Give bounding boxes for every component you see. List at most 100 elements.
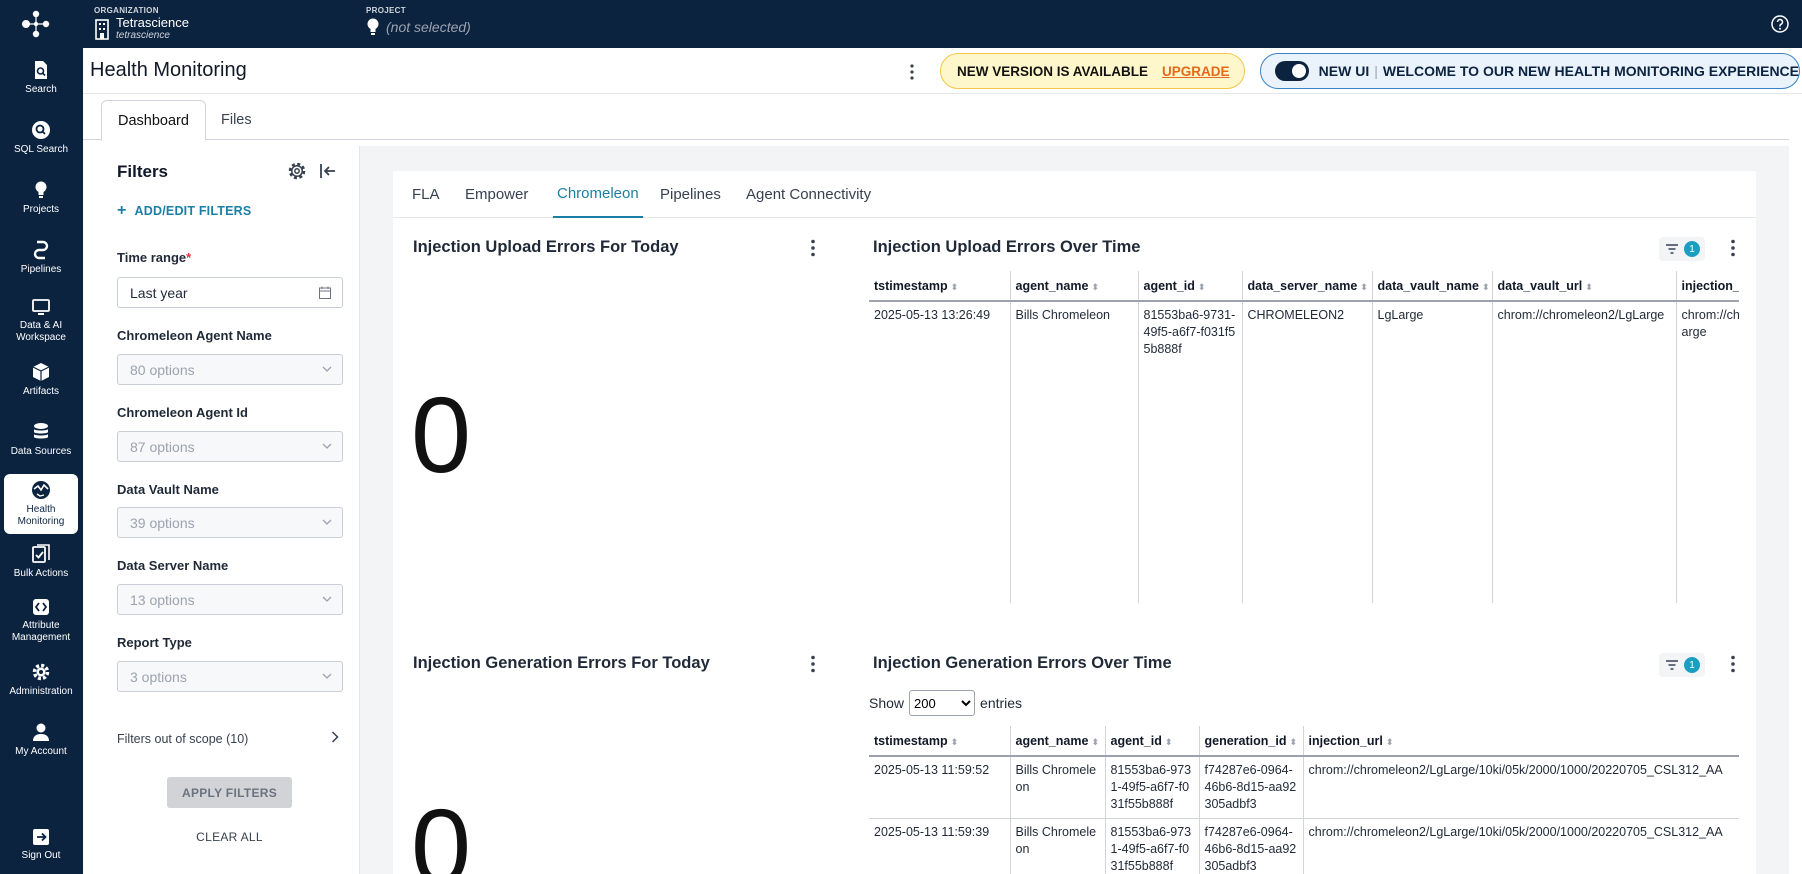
entries-select[interactable]: 200 <box>909 690 976 716</box>
sort-icon: ⬍ <box>950 281 959 292</box>
report-type-placeholder: 3 options <box>130 668 187 685</box>
page-title: Health Monitoring <box>90 59 247 81</box>
nav-data-ai-workspace[interactable]: Data & AI Workspace <box>4 298 78 344</box>
cube-icon <box>32 363 50 381</box>
column-header[interactable]: tstimestamp ⬍ <box>869 726 1011 757</box>
nav-label: My Account <box>15 746 67 757</box>
column-header[interactable]: data_server_name ⬍ <box>1242 271 1373 302</box>
upgrade-link[interactable]: UPGRADE <box>1162 64 1230 79</box>
nav-projects[interactable]: Projects <box>4 180 78 216</box>
table-cell: 81553ba6-9731-49f5-a6f7-f031f55b888f <box>1105 818 1200 874</box>
generation-errors-today-title: Injection Generation Errors For Today <box>413 654 710 672</box>
nav-label: Data Sources <box>10 446 72 457</box>
nav-label: Attribute Management <box>11 620 71 643</box>
column-header[interactable]: tstimestamp ⬍ <box>869 271 1011 302</box>
nav-administration[interactable]: Administration <box>4 662 78 698</box>
time-range-input[interactable]: Last year <box>117 277 343 308</box>
collapse-panel-icon[interactable] <box>318 161 338 181</box>
user-icon <box>33 723 49 741</box>
sort-icon: ⬍ <box>950 736 959 747</box>
pipeline-icon <box>33 240 49 260</box>
nav-bulk-actions[interactable]: Bulk Actions <box>4 544 78 580</box>
project-label: PROJECT <box>366 6 406 15</box>
nav-attribute-management[interactable]: Attribute Management <box>4 598 78 644</box>
more-options-icon[interactable] <box>810 655 816 673</box>
table-cell: CHROMELEON2 <box>1242 301 1373 603</box>
tetrascience-logo-icon[interactable] <box>18 8 54 40</box>
agent-name-select[interactable]: 80 options <box>117 354 343 385</box>
nav-sign-out[interactable]: Sign Out <box>4 828 78 862</box>
nav-label: Pipelines <box>20 264 62 275</box>
page-header: Health Monitoring NEW VERSION IS AVAILAB… <box>83 48 1802 94</box>
column-header[interactable]: agent_name ⬍ <box>1010 726 1106 757</box>
table-cell: 2025-05-13 13:26:49 <box>869 301 1011 603</box>
gear-icon <box>32 663 50 681</box>
help-icon[interactable] <box>1771 15 1789 33</box>
more-options-icon[interactable] <box>903 62 921 82</box>
entries-label: entries <box>980 695 1023 711</box>
column-header[interactable]: agent_id ⬍ <box>1138 271 1243 302</box>
column-header[interactable]: agent_id ⬍ <box>1105 726 1200 757</box>
upload-filter-indicator[interactable]: 1 <box>1659 237 1705 261</box>
column-label: injection_url <box>1308 733 1383 748</box>
tab-files[interactable]: Files <box>205 100 268 140</box>
required-marker: * <box>186 250 192 265</box>
new-ui-label: NEW UI <box>1318 63 1370 79</box>
tab-dashboard[interactable]: Dashboard <box>101 100 206 141</box>
clear-all-button[interactable]: CLEAR ALL <box>167 830 292 844</box>
agent-id-placeholder: 87 options <box>130 438 195 455</box>
generation-filter-indicator[interactable]: 1 <box>1659 653 1705 677</box>
column-header[interactable]: data_vault_url ⬍ <box>1492 271 1677 302</box>
data-vault-name-select[interactable]: 39 options <box>117 507 343 538</box>
nav-search[interactable]: Search <box>4 60 78 96</box>
column-header[interactable]: agent_name ⬍ <box>1010 271 1139 302</box>
subtab-chromeleon[interactable]: Chromeleon <box>553 171 643 218</box>
new-ui-toggle[interactable] <box>1275 61 1309 81</box>
data-server-name-placeholder: 13 options <box>130 591 195 608</box>
data-server-name-label: Data Server Name <box>117 558 229 573</box>
table-row[interactable]: 2025-05-13 11:59:52 Bills Chromeleon 815… <box>869 756 1739 819</box>
column-header[interactable]: injection_url⬍ <box>1303 726 1739 757</box>
more-options-icon[interactable] <box>1730 239 1736 257</box>
nav-artifacts[interactable]: Artifacts <box>4 362 78 398</box>
nav-sql-search[interactable]: SQL Search <box>4 120 78 156</box>
sort-icon: ⬍ <box>1585 281 1593 292</box>
column-label: agent_name <box>1015 733 1089 748</box>
gear-icon[interactable] <box>286 160 308 182</box>
organization-selector[interactable]: ORGANIZATION Tetrascience tetrascience <box>94 6 189 42</box>
project-selector[interactable]: PROJECT (not selected) <box>366 6 471 37</box>
more-options-icon[interactable] <box>810 239 816 257</box>
organization-slug: tetrascience <box>116 30 170 41</box>
subtab-pipelines[interactable]: Pipelines <box>660 171 721 218</box>
table-row[interactable]: 2025-05-13 11:59:39 Bills Chromeleon 815… <box>869 818 1739 874</box>
subtab-fla[interactable]: FLA <box>412 171 440 218</box>
more-options-icon[interactable] <box>1730 655 1736 673</box>
table-cell: Bills Chromeleon <box>1010 301 1139 603</box>
column-label: data_vault_url <box>1497 278 1583 293</box>
filters-out-of-scope-toggle[interactable]: Filters out of scope (10) <box>117 731 343 746</box>
table-row[interactable]: 2025-05-13 13:26:49 Bills Chromeleon 815… <box>869 301 1739 603</box>
upload-errors-over-time-title: Injection Upload Errors Over Time <box>873 238 1141 256</box>
data-server-name-select[interactable]: 13 options <box>117 584 343 615</box>
generation-errors-grid: tstimestamp ⬍ agent_name ⬍ agent_id ⬍ gener… <box>869 726 1739 874</box>
nav-health-monitoring[interactable]: Health Monitoring <box>4 474 78 534</box>
sort-icon: ⬍ <box>1360 281 1368 292</box>
lightbulb-icon <box>367 18 379 35</box>
table-cell: chrom://chromeleon2/LgLarge/10ki/05k/200… <box>1303 818 1739 874</box>
table-header-row: tstimestamp ⬍ agent_name ⬍ agent_id ⬍ data_… <box>869 271 1739 302</box>
add-edit-filters-button[interactable]: + ADD/EDIT FILTERS <box>117 202 251 220</box>
subtab-empower[interactable]: Empower <box>465 171 528 218</box>
column-header[interactable]: data_vault_name ⬍ <box>1372 271 1493 302</box>
subtab-agent-connectivity[interactable]: Agent Connectivity <box>746 171 871 218</box>
report-type-select[interactable]: 3 options <box>117 661 343 692</box>
time-range-label-text: Time range <box>117 250 187 265</box>
agent-id-select[interactable]: 87 options <box>117 431 343 462</box>
sort-icon: ⬍ <box>1385 736 1394 747</box>
chevron-right-icon <box>331 731 339 743</box>
apply-filters-button[interactable]: APPLY FILTERS <box>167 777 292 808</box>
nav-my-account[interactable]: My Account <box>4 722 78 758</box>
column-header[interactable]: injection_url⬍ <box>1676 271 1739 302</box>
nav-pipelines[interactable]: Pipelines <box>4 240 78 276</box>
column-header[interactable]: generation_id ⬍ <box>1199 726 1304 757</box>
nav-data-sources[interactable]: Data Sources <box>4 422 78 458</box>
